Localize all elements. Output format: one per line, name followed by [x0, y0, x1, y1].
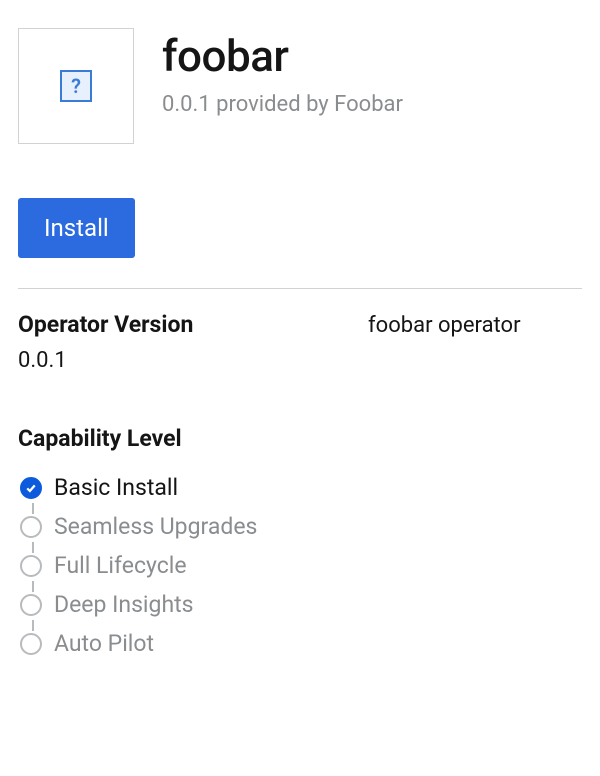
circle-icon — [20, 633, 42, 655]
divider — [18, 288, 582, 289]
capability-connector — [32, 542, 34, 553]
header-text: foobar 0.0.1 provided by Foobar — [162, 28, 403, 117]
capability-level-label: Deep Insights — [54, 591, 194, 618]
capability-connector — [32, 503, 34, 514]
operator-subtitle: 0.0.1 provided by Foobar — [162, 92, 403, 117]
details-columns: Operator Version 0.0.1 Capability Level … — [18, 311, 582, 663]
placeholder-glyph: ? — [71, 74, 81, 98]
capability-level-label: Basic Install — [54, 474, 178, 501]
capability-level-item: Auto Pilot — [20, 624, 348, 663]
circle-icon — [20, 555, 42, 577]
capability-connector — [32, 581, 34, 592]
capability-level-item: Full Lifecycle — [20, 546, 348, 585]
details-right-column: foobar operator — [368, 311, 582, 663]
operator-detail-page: ? foobar 0.0.1 provided by Foobar Instal… — [0, 0, 600, 681]
capability-level-item: Deep Insights — [20, 585, 348, 624]
operator-title: foobar — [162, 34, 403, 78]
capability-level-list: Basic Install Seamless Upgrades Full Lifec… — [18, 468, 348, 663]
details-left-column: Operator Version 0.0.1 Capability Level … — [18, 311, 348, 663]
operator-version-heading: Operator Version — [18, 311, 348, 338]
capability-level-label: Seamless Upgrades — [54, 513, 257, 540]
capability-level-item: Basic Install — [20, 468, 348, 507]
circle-icon — [20, 594, 42, 616]
header: ? foobar 0.0.1 provided by Foobar — [18, 28, 582, 144]
operator-thumbnail: ? — [18, 28, 134, 144]
capability-level-label: Auto Pilot — [54, 630, 154, 657]
placeholder-image-icon: ? — [60, 70, 92, 102]
operator-description: foobar operator — [368, 313, 521, 338]
operator-version-value: 0.0.1 — [18, 348, 348, 373]
circle-icon — [20, 516, 42, 538]
capability-level-item: Seamless Upgrades — [20, 507, 348, 546]
check-circle-icon — [20, 477, 42, 499]
capability-level-label: Full Lifecycle — [54, 552, 187, 579]
capability-level-heading: Capability Level — [18, 425, 348, 452]
action-row: Install — [18, 198, 582, 258]
capability-connector — [32, 620, 34, 631]
install-button[interactable]: Install — [18, 198, 135, 258]
